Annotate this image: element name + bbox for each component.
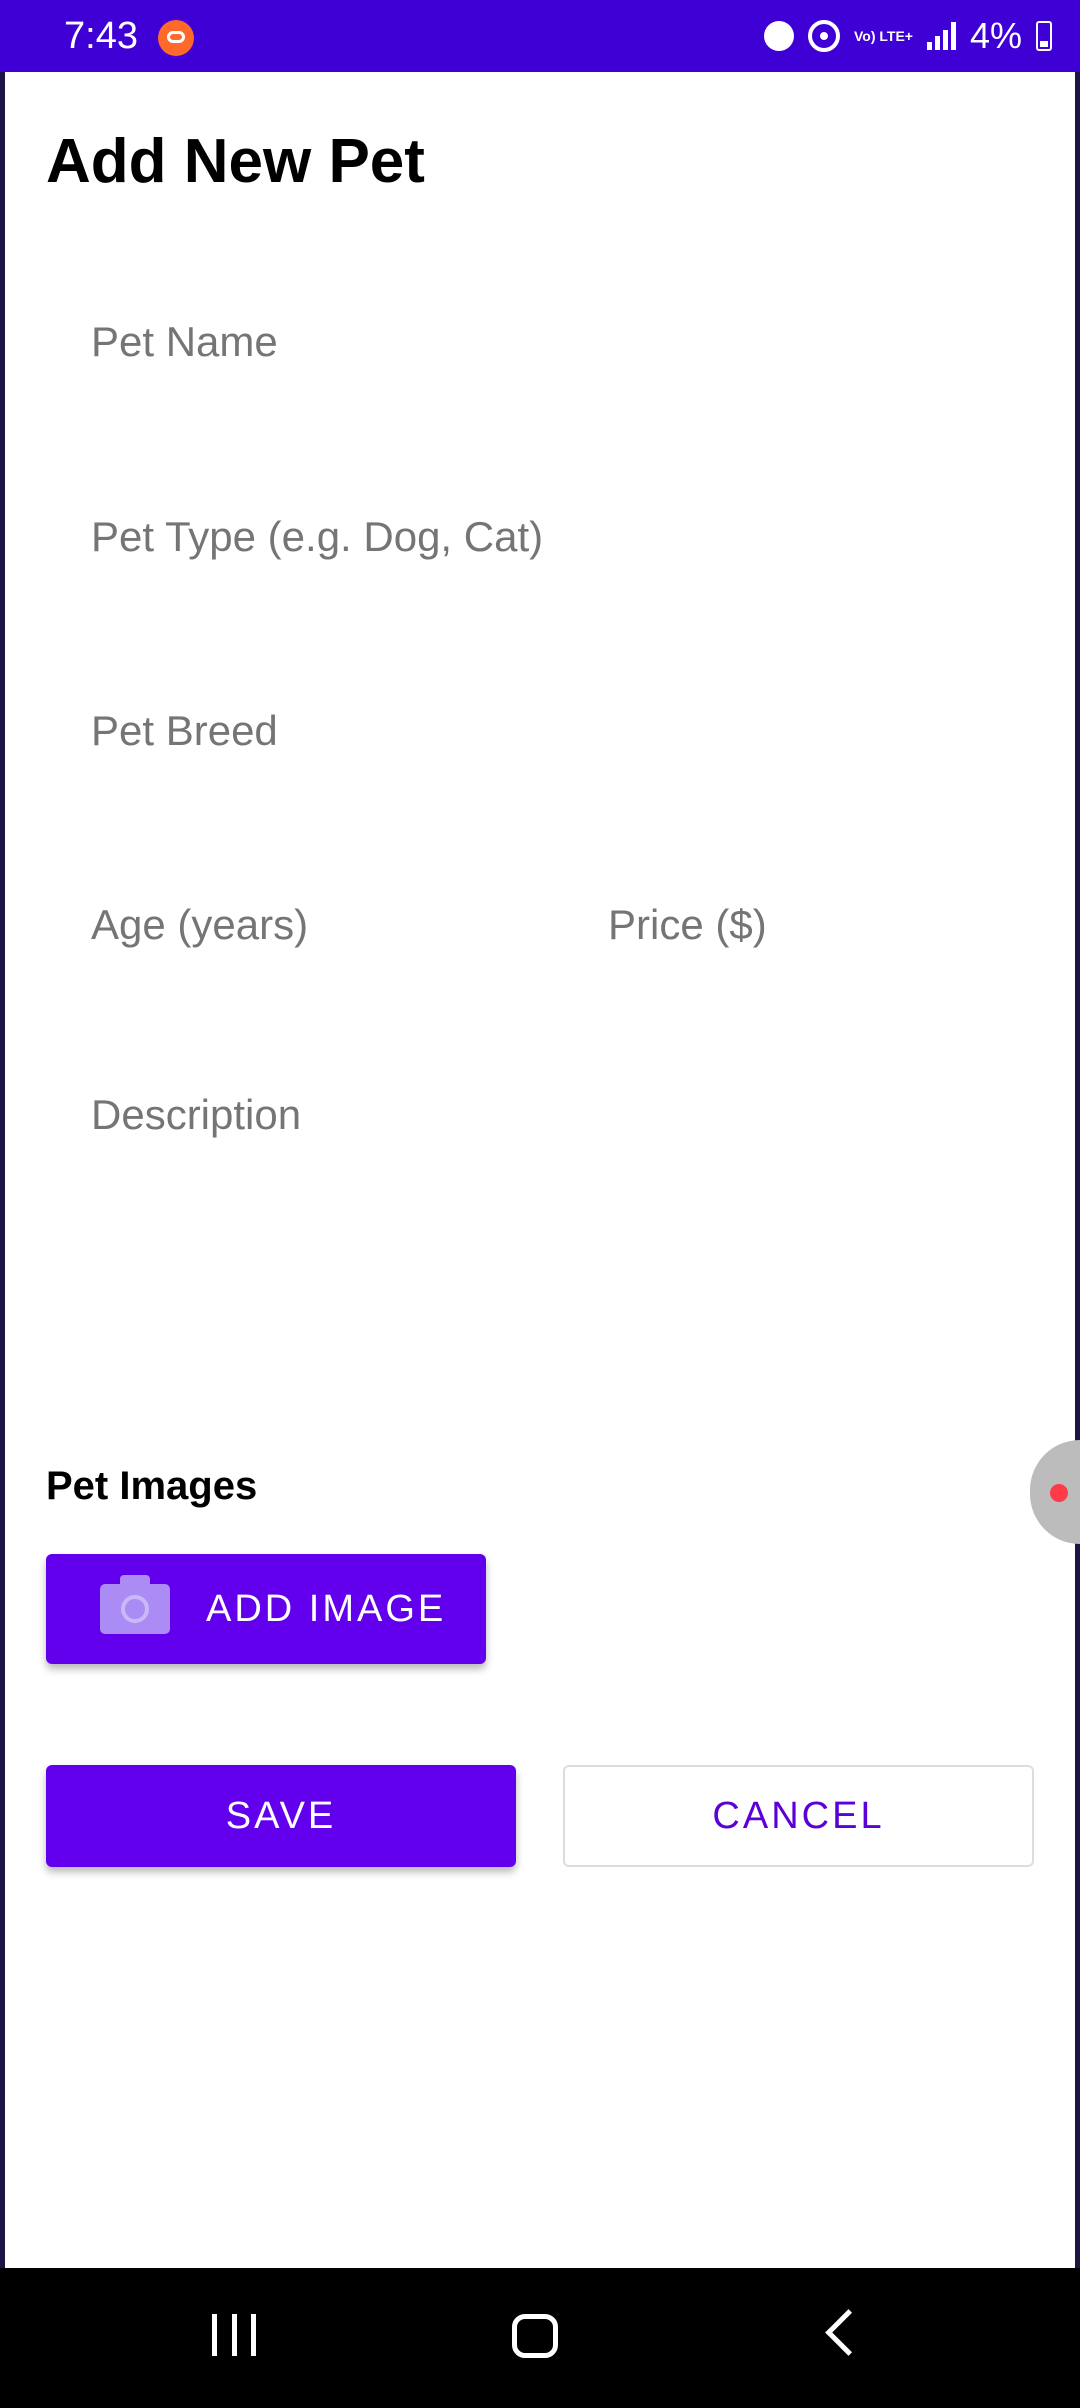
price-input[interactable]	[608, 895, 1028, 955]
page-title: Add New Pet	[46, 127, 425, 196]
status-time: 7:43	[64, 15, 138, 57]
alarm-icon	[763, 21, 794, 51]
age-input[interactable]	[91, 895, 571, 955]
battery-percent: 4%	[969, 15, 1022, 56]
lte-icon: Vo) LTE+	[853, 27, 913, 44]
description-input[interactable]	[91, 1085, 991, 1305]
back-icon[interactable]	[825, 2309, 872, 2356]
home-icon[interactable]	[512, 2314, 558, 2358]
battery-icon	[1036, 21, 1052, 51]
save-button[interactable]: SAVE	[46, 1765, 516, 1867]
recents-icon[interactable]	[212, 2314, 256, 2356]
hotspot-icon	[807, 20, 840, 52]
screen-frame-left	[0, 0, 5, 2268]
app-notification-icon	[158, 20, 194, 56]
pet-breed-input[interactable]	[91, 701, 991, 761]
navigation-bar	[0, 2268, 1080, 2408]
floating-assistant-bubble[interactable]	[1030, 1440, 1080, 1544]
camera-icon	[100, 1575, 170, 1634]
pet-name-input[interactable]	[91, 312, 991, 372]
save-label: SAVE	[225, 1794, 337, 1837]
cancel-label: CANCEL	[712, 1794, 885, 1837]
screen-frame-right	[1075, 0, 1080, 2268]
add-image-button[interactable]: ADD IMAGE	[46, 1554, 486, 1664]
add-image-label: ADD IMAGE	[206, 1588, 447, 1630]
cancel-button[interactable]: CANCEL	[563, 1765, 1034, 1867]
status-icons: Vo) LTE+ 4%	[763, 14, 1052, 58]
status-bar: 7:43 Vo) LTE+ 4%	[0, 0, 1080, 72]
signal-icon	[926, 22, 956, 50]
recording-dot-icon	[1050, 1484, 1068, 1502]
pet-type-input[interactable]	[91, 507, 991, 567]
pet-images-heading: Pet Images	[46, 1464, 258, 1508]
